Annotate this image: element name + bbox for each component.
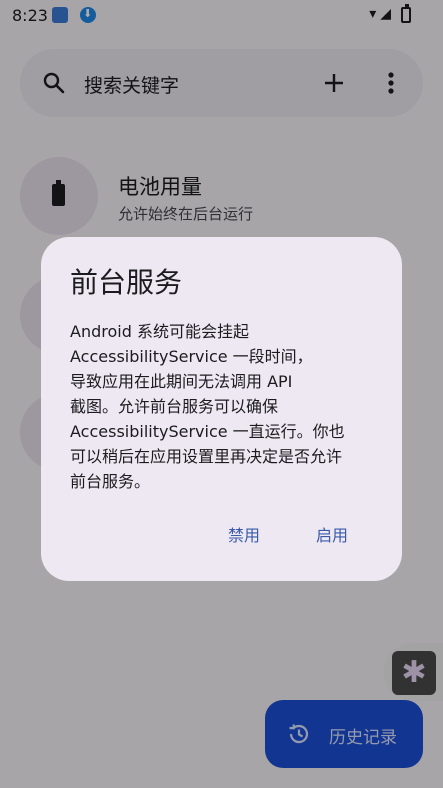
enable-button[interactable]: 启用 — [316, 522, 348, 546]
dialog-message: Android 系统可能会挂起 AccessibilityService 一段时… — [70, 322, 345, 491]
disable-button[interactable]: 禁用 — [228, 522, 260, 546]
dialog-title: 前台服务 — [70, 266, 183, 299]
foreground-service-dialog: 前台服务 Android 系统可能会挂起 AccessibilityServic… — [41, 237, 402, 581]
